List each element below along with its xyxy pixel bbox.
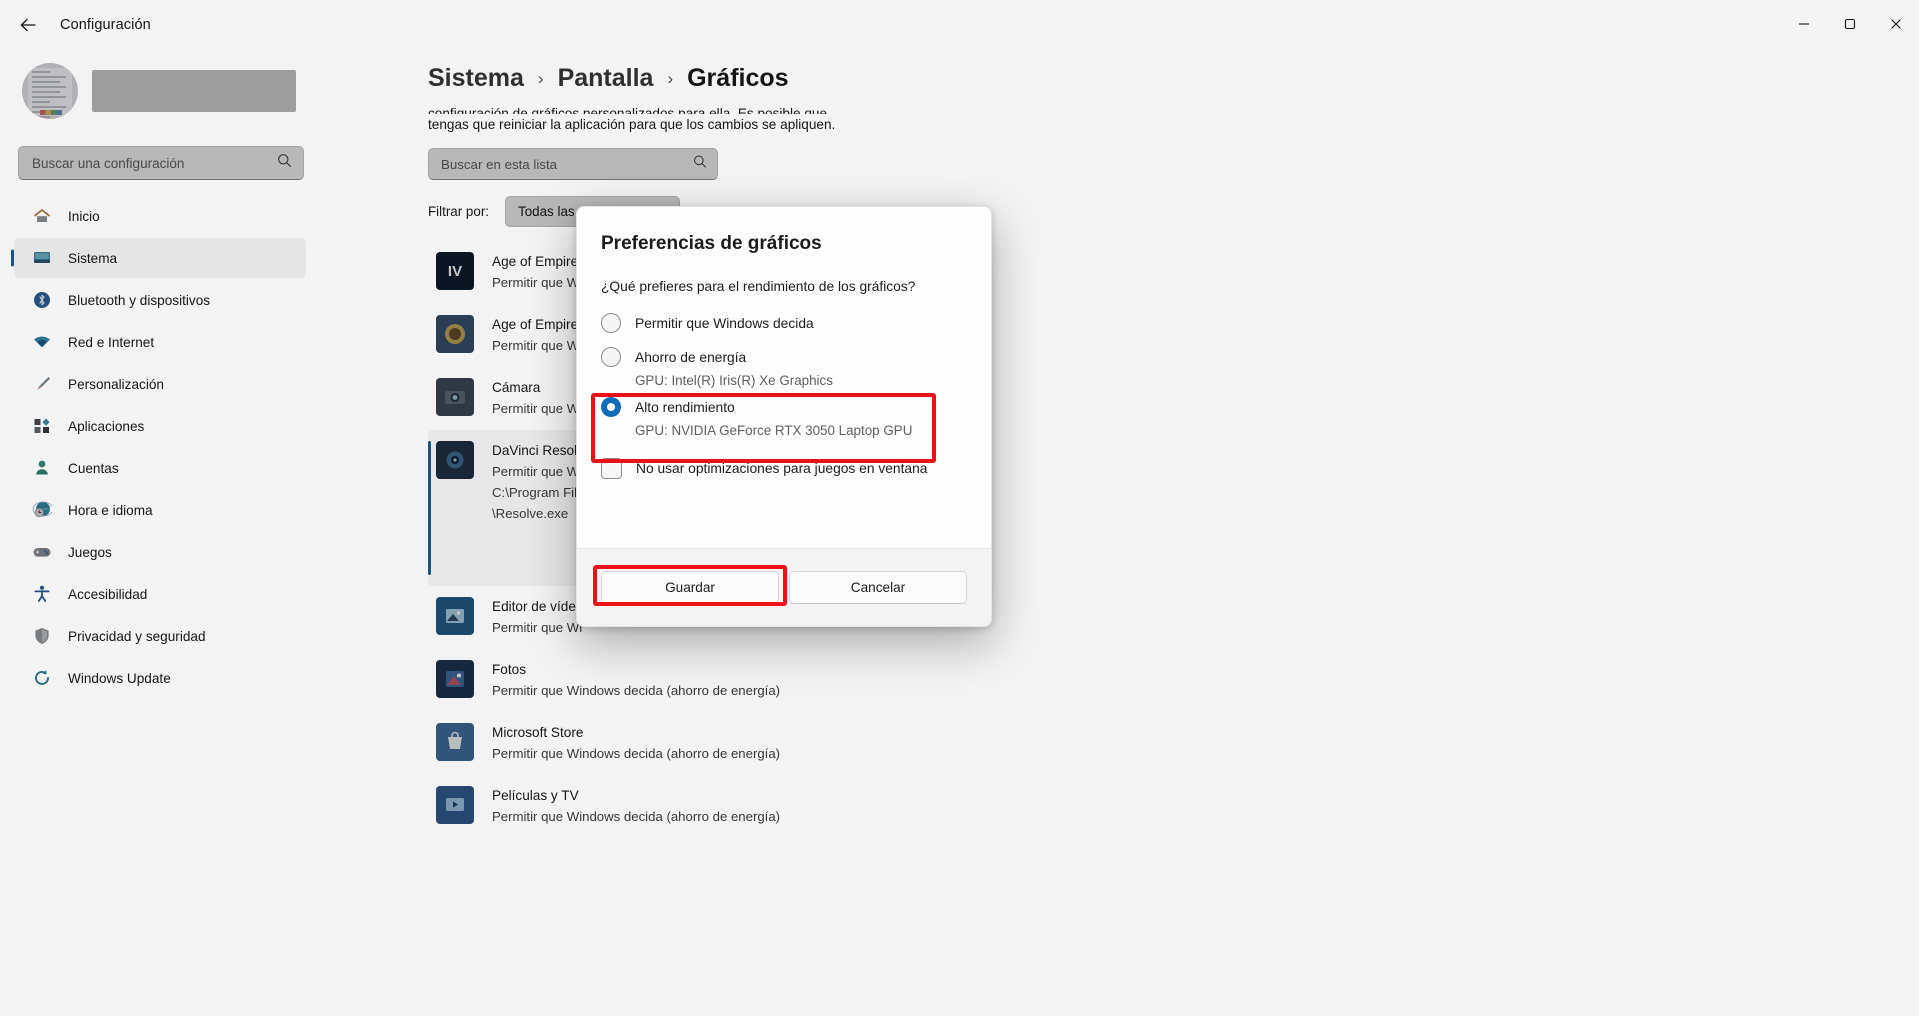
graphics-preferences-dialog: Preferencias de gráficos ¿Qué prefieres … (576, 206, 992, 627)
dialog-title: Preferencias de gráficos (601, 233, 822, 254)
save-button[interactable]: Guardar (601, 571, 779, 604)
cancel-button[interactable]: Cancelar (789, 571, 967, 604)
checkbox-label: No usar optimizaciones para juegos en ve… (636, 461, 928, 476)
gpu-note-nvidia: GPU: NVIDIA GeForce RTX 3050 Laptop GPU (635, 423, 913, 438)
windowed-games-optimizations-checkbox-row[interactable]: No usar optimizaciones para juegos en ve… (601, 458, 967, 479)
radio-option-windows-decide[interactable]: Permitir que Windows decida (601, 306, 967, 340)
gpu-note-intel: GPU: Intel(R) Iris(R) Xe Graphics (635, 373, 833, 388)
radio-indicator (601, 313, 621, 333)
radio-option-ahorro-energia[interactable]: Ahorro de energía (601, 340, 967, 374)
radio-label: Permitir que Windows decida (635, 315, 814, 331)
dialog-question: ¿Qué prefieres para el rendimiento de lo… (601, 279, 916, 294)
radio-option-alto-rendimiento-group: Alto rendimiento GPU: NVIDIA GeForce RTX… (601, 390, 967, 438)
dialog-body: Preferencias de gráficos ¿Qué prefieres … (577, 207, 991, 548)
radio-indicator (601, 347, 621, 367)
radio-label: Ahorro de energía (635, 349, 747, 365)
checkbox-indicator (601, 458, 622, 479)
settings-window: Configuración Buscar una configuración I… (0, 0, 1919, 1016)
performance-radio-group: Permitir que Windows decida Ahorro de en… (601, 306, 967, 438)
radio-indicator-selected (601, 397, 621, 417)
dialog-footer: Guardar Cancelar (577, 548, 991, 626)
radio-option-ahorro-energia-group: Ahorro de energía GPU: Intel(R) Iris(R) … (601, 340, 967, 388)
radio-label: Alto rendimiento (635, 399, 735, 415)
radio-option-alto-rendimiento[interactable]: Alto rendimiento (601, 390, 967, 424)
